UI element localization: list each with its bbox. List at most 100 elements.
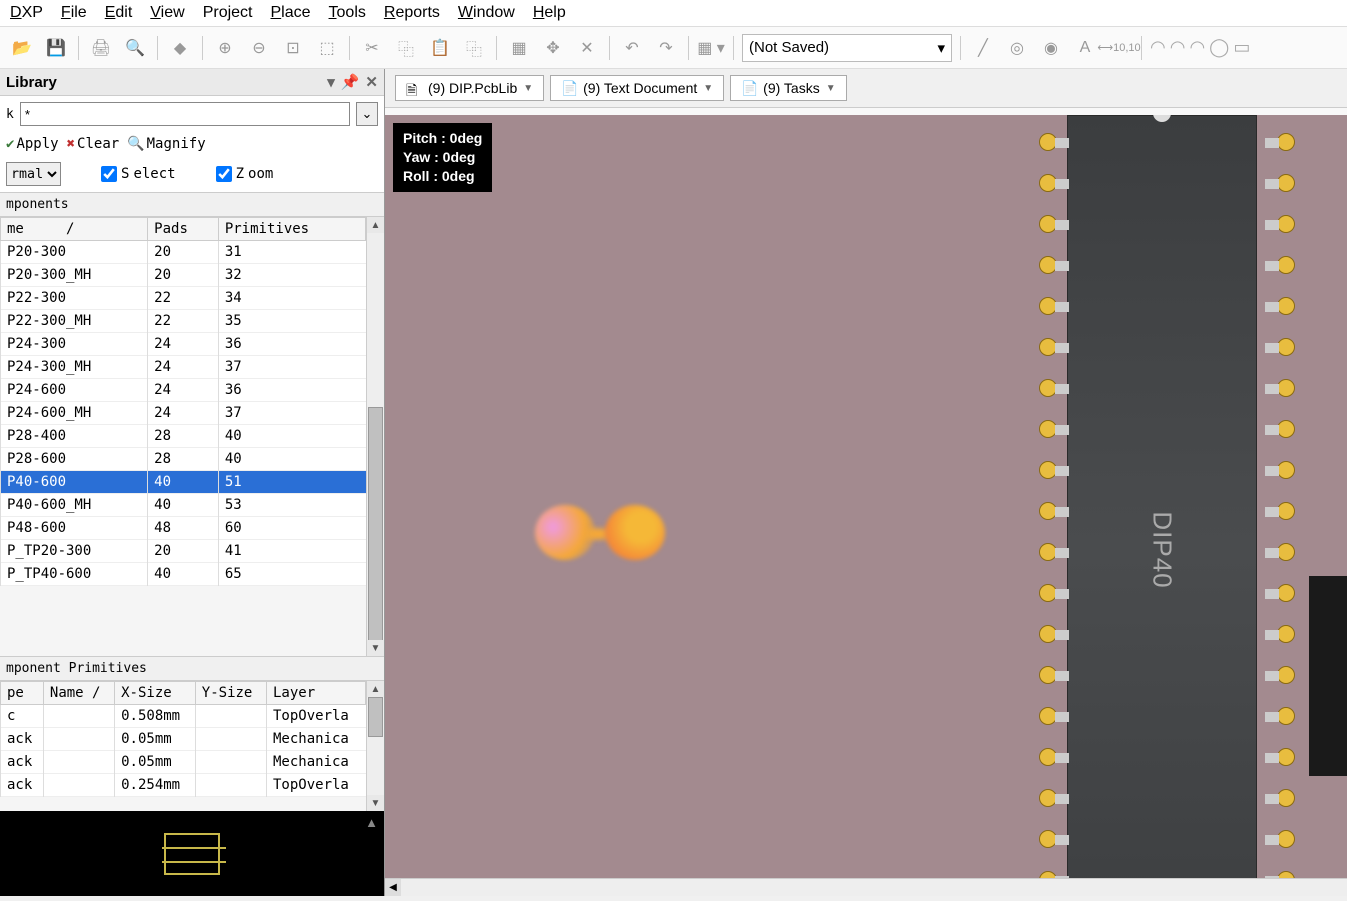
doc-tab[interactable]: 📄(9) Tasks▼ (730, 75, 846, 101)
table-row[interactable]: P40-6004051 (1, 471, 366, 494)
menu-tools[interactable]: Tools (329, 4, 366, 22)
table-row[interactable]: P_TP40-6004065 (1, 563, 366, 586)
col-header[interactable]: pe (1, 682, 44, 705)
table-row[interactable]: ack0.05mmMechanica (1, 728, 366, 751)
zoom-fit-icon[interactable]: ⊡ (279, 34, 307, 62)
preview-icon[interactable]: 🔍 (121, 34, 149, 62)
table-row[interactable]: P24-3002436 (1, 333, 366, 356)
table-row[interactable]: P22-3002234 (1, 287, 366, 310)
menu-help[interactable]: Help (533, 4, 566, 22)
scroll-thumb[interactable] (368, 407, 383, 647)
menu-dxp[interactable]: DXP (10, 4, 43, 22)
table-row[interactable]: P22-300_MH2235 (1, 310, 366, 333)
table-row[interactable]: P48-6004860 (1, 517, 366, 540)
save-icon[interactable]: 💾 (42, 34, 70, 62)
col-header[interactable]: Name / (43, 682, 114, 705)
copy-icon[interactable]: ⿻ (392, 34, 420, 62)
redo-icon[interactable]: ↷ (652, 34, 680, 62)
scroll-thumb[interactable] (368, 697, 383, 737)
menu-file[interactable]: File (61, 4, 87, 22)
paste-icon[interactable]: 📋 (426, 34, 454, 62)
grid-icon[interactable]: ▦ ▾ (697, 34, 725, 62)
apply-button[interactable]: ✔Apply (6, 136, 59, 152)
chevron-down-icon[interactable]: ▼ (523, 83, 533, 94)
arc-edge-icon[interactable]: ◠ (1170, 37, 1186, 58)
table-row[interactable]: ack0.05mmMechanica (1, 751, 366, 774)
pcb-3d-canvas[interactable]: Pitch : 0deg Yaw : 0deg Roll : 0deg DIP4… (385, 115, 1347, 896)
table-row[interactable]: c0.508mmTopOverla (1, 705, 366, 728)
table-row[interactable]: P28-4002840 (1, 425, 366, 448)
col-header[interactable]: Y-Size (195, 682, 266, 705)
menu-project[interactable]: Project (203, 4, 253, 22)
arc-any-icon[interactable]: ◠ (1189, 37, 1205, 58)
pin-icon[interactable]: 📌 (341, 73, 360, 91)
open-icon[interactable]: 📂 (8, 34, 36, 62)
dimension-icon[interactable]: ⟷10,10 (1105, 34, 1133, 62)
components-table[interactable]: me /PadsPrimitivesP20-3002031P20-300_MH2… (0, 217, 366, 586)
primitives-table[interactable]: peName /X-SizeY-SizeLayerc0.508mmTopOver… (0, 681, 366, 797)
full-circle-icon[interactable]: ◯ (1209, 37, 1229, 58)
table-row[interactable]: P_TP20-3002041 (1, 540, 366, 563)
mode-select[interactable]: rmal (6, 162, 61, 186)
doc-tab[interactable]: 🗎(9) DIP.PcbLib▼ (395, 75, 544, 101)
mask-dropdown[interactable]: ⌄ (356, 102, 378, 126)
scroll-down-icon[interactable]: ▼ (367, 795, 384, 811)
mask-input[interactable] (20, 102, 350, 126)
collapse-icon[interactable]: ▲ (365, 815, 378, 830)
select-checkbox[interactable]: Select (101, 166, 176, 182)
scroll-left-icon[interactable]: ◀ (385, 879, 401, 896)
pad-icon[interactable]: ◎ (1003, 34, 1031, 62)
col-header[interactable]: Layer (267, 682, 366, 705)
zoom-out-icon[interactable]: ⊖ (245, 34, 273, 62)
cut-icon[interactable]: ✂ (358, 34, 386, 62)
scroll-up-icon[interactable]: ▲ (367, 681, 384, 697)
duplicate-icon[interactable]: ⿻ (460, 34, 488, 62)
col-header[interactable]: X-Size (115, 682, 196, 705)
zoom-area-icon[interactable]: ⬚ (313, 34, 341, 62)
chevron-down-icon[interactable]: ▼ (703, 83, 713, 94)
dropdown-icon[interactable]: ▾ (327, 73, 335, 91)
layers-icon[interactable]: ◆ (166, 34, 194, 62)
rectangle-icon[interactable]: ▭ (1233, 37, 1250, 58)
col-header[interactable]: Pads (148, 218, 219, 241)
magnify-button[interactable]: 🔍Magnify (127, 136, 205, 152)
chip-pin (1039, 543, 1069, 563)
via-icon[interactable]: ◉ (1037, 34, 1065, 62)
chevron-down-icon[interactable]: ▼ (826, 83, 836, 94)
move-icon[interactable]: ✥ (539, 34, 567, 62)
menu-place[interactable]: Place (271, 4, 311, 22)
col-header[interactable]: me / (1, 218, 148, 241)
menu-view[interactable]: View (150, 4, 184, 22)
table-row[interactable]: P40-600_MH4053 (1, 494, 366, 517)
table-row[interactable]: P20-300_MH2032 (1, 264, 366, 287)
zoom-in-icon[interactable]: ⊕ (211, 34, 239, 62)
snap-icon[interactable]: ✕ (573, 34, 601, 62)
scroll-down-icon[interactable]: ▼ (367, 640, 384, 656)
scroll-up-icon[interactable]: ▲ (367, 217, 384, 233)
components-scrollbar[interactable]: ▲ ▼ (366, 217, 384, 656)
snap-profile-combo[interactable]: (Not Saved) ▾ (742, 34, 952, 62)
table-row[interactable]: P24-6002436 (1, 379, 366, 402)
menu-window[interactable]: Window (458, 4, 515, 22)
doc-tab[interactable]: 📄(9) Text Document▼ (550, 75, 724, 101)
menu-reports[interactable]: Reports (384, 4, 440, 22)
string-icon[interactable]: A (1071, 34, 1099, 62)
undo-icon[interactable]: ↶ (618, 34, 646, 62)
col-header[interactable]: Primitives (218, 218, 365, 241)
primitives-scrollbar[interactable]: ▲ ▼ (366, 681, 384, 811)
zoom-checkbox[interactable]: Zoom (216, 166, 274, 182)
table-row[interactable]: P24-300_MH2437 (1, 356, 366, 379)
close-icon[interactable]: ✕ (365, 73, 378, 91)
arc-center-icon[interactable]: ◠ (1150, 37, 1166, 58)
line-icon[interactable]: ╱ (969, 34, 997, 62)
table-row[interactable]: P20-3002031 (1, 241, 366, 264)
select-icon[interactable]: ▦ (505, 34, 533, 62)
side-panel-collapsed[interactable] (1309, 576, 1347, 776)
table-row[interactable]: P24-600_MH2437 (1, 402, 366, 425)
table-row[interactable]: ack0.254mmTopOverla (1, 774, 366, 797)
menu-edit[interactable]: Edit (105, 4, 133, 22)
horizontal-scrollbar[interactable]: ◀ (385, 878, 1347, 896)
table-row[interactable]: P28-6002840 (1, 448, 366, 471)
print-icon[interactable]: 🖨 (87, 34, 115, 62)
clear-button[interactable]: ✖Clear (67, 136, 120, 152)
